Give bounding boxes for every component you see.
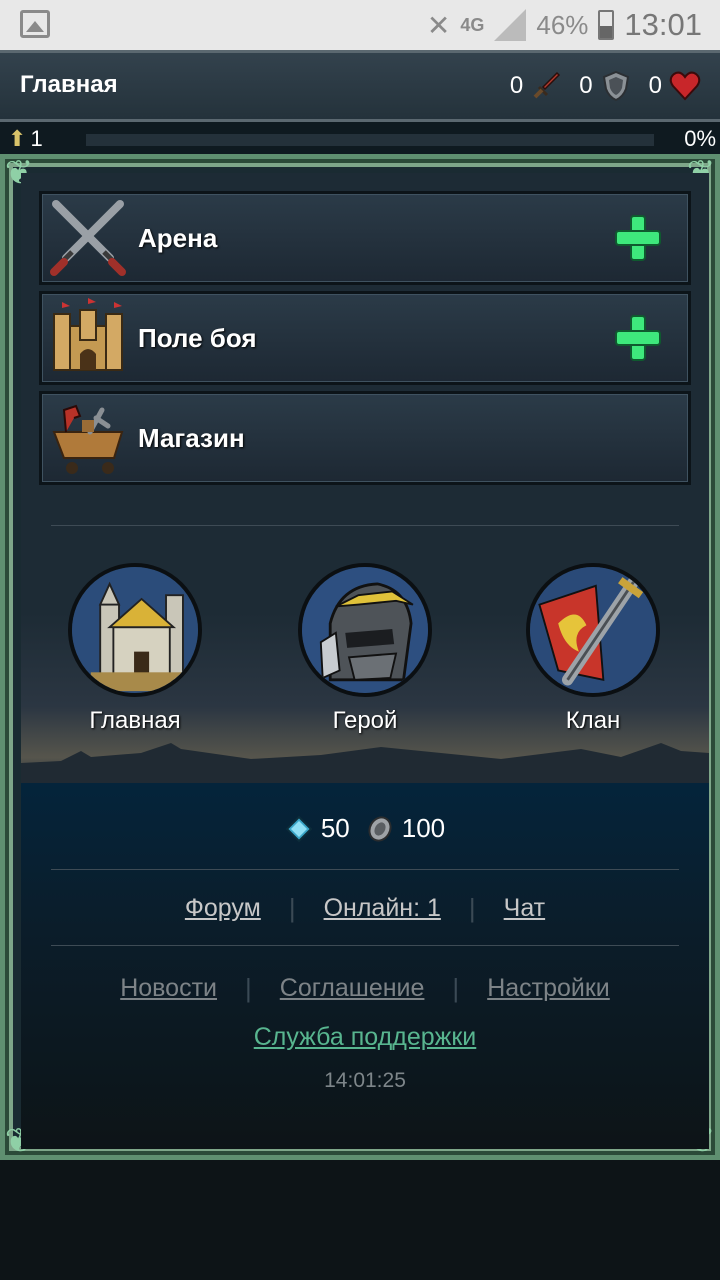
divider xyxy=(51,945,679,946)
gem-icon xyxy=(285,815,313,842)
secondary-links: Новости | Соглашение | Настройки xyxy=(21,973,709,1004)
agreement-link[interactable]: Соглашение xyxy=(280,974,425,1003)
server-time: 14:01:25 xyxy=(324,1069,406,1092)
attack-stat[interactable]: 0 xyxy=(510,69,563,103)
main-frame: ❦ ❦ ❦ ❦ Арена xyxy=(0,154,720,1160)
divider xyxy=(51,525,679,526)
battery-icon xyxy=(598,10,615,40)
signal-icon xyxy=(494,9,527,41)
defense-stat[interactable]: 0 xyxy=(579,69,632,103)
page-title: Главная xyxy=(20,71,118,98)
shield-icon xyxy=(602,70,629,102)
menu-item-shop[interactable]: Магазин xyxy=(39,391,691,485)
xp-progress-label: 0% xyxy=(684,126,716,151)
forum-link[interactable]: Форум xyxy=(185,894,261,923)
status-right: ✕ 4G 46% 13:01 xyxy=(427,4,702,46)
primary-links: Форум | Онлайн: 1 | Чат xyxy=(21,893,709,924)
silver-coin-icon xyxy=(368,815,392,842)
link-separator: | xyxy=(288,893,296,923)
clan-banner-icon xyxy=(526,563,660,697)
support-link[interactable]: Служба поддержки xyxy=(254,1023,477,1051)
clock: 13:01 xyxy=(624,7,702,42)
content-area: Арена Поле боя Магазин Главная Герой Кла… xyxy=(21,173,709,1149)
footer-area: 50 100 Форум | Онлайн: 1 | Чат Новости |… xyxy=(21,783,709,1149)
player-stats: 0 0 0 xyxy=(510,69,702,103)
level-value: 1 xyxy=(30,126,43,151)
plus-icon[interactable] xyxy=(612,212,664,264)
gallery-icon xyxy=(20,10,50,38)
crossed-swords-icon xyxy=(50,200,126,276)
menu-item-battlefield[interactable]: Поле боя xyxy=(39,291,691,385)
top-header: Главная 0 0 0 xyxy=(0,50,720,122)
status-bar: ✕ 4G 46% 13:01 xyxy=(0,0,720,50)
menu-item-arena[interactable]: Арена xyxy=(39,191,691,285)
menu-label-arena: Арена xyxy=(138,222,218,253)
level-indicator: ⬆ 1 xyxy=(8,126,43,152)
nav-main[interactable]: Главная xyxy=(65,563,205,735)
network-type: 4G xyxy=(460,15,485,35)
heart-icon xyxy=(669,71,701,101)
silver-value: 100 xyxy=(401,813,446,843)
online-link[interactable]: Онлайн: 1 xyxy=(324,894,441,923)
menu-label-battlefield: Поле боя xyxy=(138,322,257,353)
attack-value: 0 xyxy=(509,72,524,99)
level-bar: ⬆ 1 0% xyxy=(0,122,720,154)
support-row: Служба поддержки xyxy=(21,1023,709,1052)
nav-label-clan: Клан xyxy=(565,707,621,734)
battery-percent: 46% xyxy=(536,9,589,40)
nav-label-main: Главная xyxy=(89,707,181,734)
divider xyxy=(51,869,679,870)
defense-value: 0 xyxy=(579,72,593,99)
news-link[interactable]: Новости xyxy=(120,974,217,1003)
gems-value: 50 xyxy=(320,813,350,843)
menu-label-shop: Магазин xyxy=(138,422,245,453)
link-separator: | xyxy=(452,973,460,1003)
town-icon xyxy=(68,563,202,697)
chat-link[interactable]: Чат xyxy=(504,894,545,923)
hero-helmet-icon xyxy=(298,563,432,697)
plus-icon[interactable] xyxy=(612,312,664,364)
bottom-blank-area xyxy=(0,1160,720,1280)
fortress-icon xyxy=(53,298,123,371)
shop-cart-icon xyxy=(52,404,124,474)
currency-row: 50 100 xyxy=(21,813,709,844)
mute-icon: ✕ xyxy=(426,9,451,41)
nav-hero[interactable]: Герой xyxy=(295,563,435,735)
nav-label-hero: Герой xyxy=(332,707,398,734)
health-stat[interactable]: 0 xyxy=(649,69,702,103)
sword-icon xyxy=(533,71,561,99)
link-separator: | xyxy=(245,973,252,1003)
health-value: 0 xyxy=(648,72,662,99)
nav-clan[interactable]: Клан xyxy=(523,563,663,735)
level-up-arrow-icon: ⬆ xyxy=(8,126,27,151)
link-separator: | xyxy=(468,893,476,923)
settings-link[interactable]: Настройки xyxy=(487,974,610,1003)
xp-progress-track xyxy=(86,134,654,146)
